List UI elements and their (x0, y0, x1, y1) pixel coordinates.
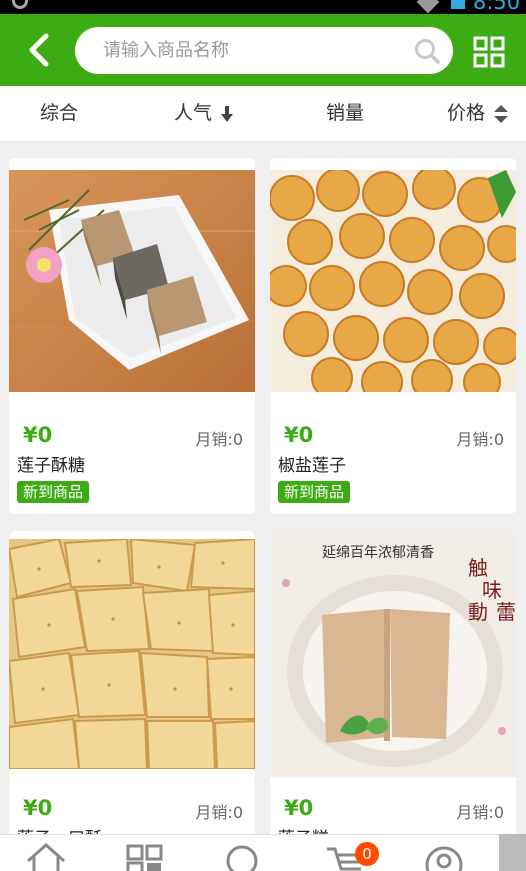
sales-label: 月销: (456, 430, 494, 449)
back-icon (29, 33, 49, 67)
sort-bar: 综合 人气 销量 价格 (0, 86, 526, 142)
product-image[interactable] (270, 170, 516, 392)
nav-category[interactable] (115, 835, 175, 871)
search-icon[interactable] (413, 37, 441, 65)
product-card[interactable]: ¥0 月销:0 莲子一口酥 (9, 531, 255, 851)
search-input[interactable] (103, 27, 423, 74)
product-card[interactable]: 延绵百年浓郁清香 触 味 蕾 動 ¥0 月销:0 莲子糕 (270, 531, 516, 851)
sort-tab-label: 价格 (447, 102, 486, 124)
nav-search[interactable] (212, 835, 272, 871)
sales-value: 0 (493, 803, 504, 822)
product-image[interactable] (9, 539, 255, 769)
product-image[interactable]: 延绵百年浓郁清香 触 味 蕾 動 (270, 531, 516, 777)
status-search-icon (12, 0, 28, 9)
search-nav-icon (226, 845, 258, 871)
user-icon (425, 846, 463, 871)
sort-tab-price[interactable]: 价格 (447, 86, 509, 142)
product-card[interactable]: ¥0 月销:0 莲子酥糖 新到商品 (9, 158, 255, 514)
sales-label: 月销: (456, 803, 494, 822)
cart-count-badge: 0 (355, 842, 379, 866)
sales-value: 0 (493, 430, 504, 449)
sort-tab-label: 人气 (174, 102, 213, 124)
status-bar: 8:50 (0, 0, 526, 14)
product-price: ¥0 (23, 796, 53, 820)
sales-label: 月销: (195, 803, 233, 822)
sort-tab-popularity[interactable]: 人气 (174, 86, 234, 142)
product-monthly-sales: 月销:0 (195, 426, 243, 450)
sort-tab-comprehensive[interactable]: 综合 (40, 86, 78, 142)
image-char-4: 動 (468, 600, 488, 624)
category-icon (126, 844, 163, 871)
product-monthly-sales: 月销:0 (456, 799, 504, 823)
new-arrival-badge: 新到商品 (17, 481, 90, 503)
product-monthly-sales: 月销:0 (195, 799, 243, 823)
new-arrival-badge: 新到商品 (278, 481, 351, 503)
back-button[interactable] (20, 30, 60, 70)
image-char-2: 味 (482, 578, 502, 602)
home-icon (27, 842, 65, 871)
sort-tab-sales[interactable]: 销量 (326, 86, 364, 142)
product-price: ¥0 (284, 423, 314, 447)
product-price: ¥0 (284, 796, 314, 820)
sales-label: 月销: (195, 430, 233, 449)
product-monthly-sales: 月销:0 (456, 426, 504, 450)
status-time: 8:50 (473, 0, 521, 14)
bottom-nav: 0 (0, 834, 526, 871)
search-box[interactable] (75, 27, 453, 74)
sort-down-arrow-icon (221, 105, 234, 122)
sales-value: 0 (232, 430, 243, 449)
image-char-3: 蕾 (496, 600, 516, 624)
nav-home[interactable] (16, 835, 76, 871)
image-banner-text: 延绵百年浓郁清香 (322, 544, 434, 561)
battery-icon (451, 0, 465, 9)
sort-tab-label: 综合 (40, 102, 79, 124)
product-image[interactable] (9, 170, 255, 392)
image-char-1: 触 (468, 556, 488, 580)
product-price: ¥0 (23, 423, 53, 447)
grid-view-button[interactable] (473, 36, 505, 68)
grid-icon (473, 36, 505, 68)
wifi-icon (416, 0, 440, 14)
nav-account[interactable] (414, 835, 474, 871)
scroll-to-top-tab[interactable] (499, 834, 526, 871)
sort-tab-label: 销量 (326, 102, 365, 124)
sort-up-down-icon (494, 104, 509, 123)
header-bar (0, 14, 526, 86)
sales-value: 0 (232, 803, 243, 822)
product-card[interactable]: ¥0 月销:0 椒盐莲子 新到商品 (270, 158, 516, 514)
product-name[interactable]: 莲子酥糖 (17, 451, 85, 476)
product-name[interactable]: 椒盐莲子 (278, 451, 346, 476)
